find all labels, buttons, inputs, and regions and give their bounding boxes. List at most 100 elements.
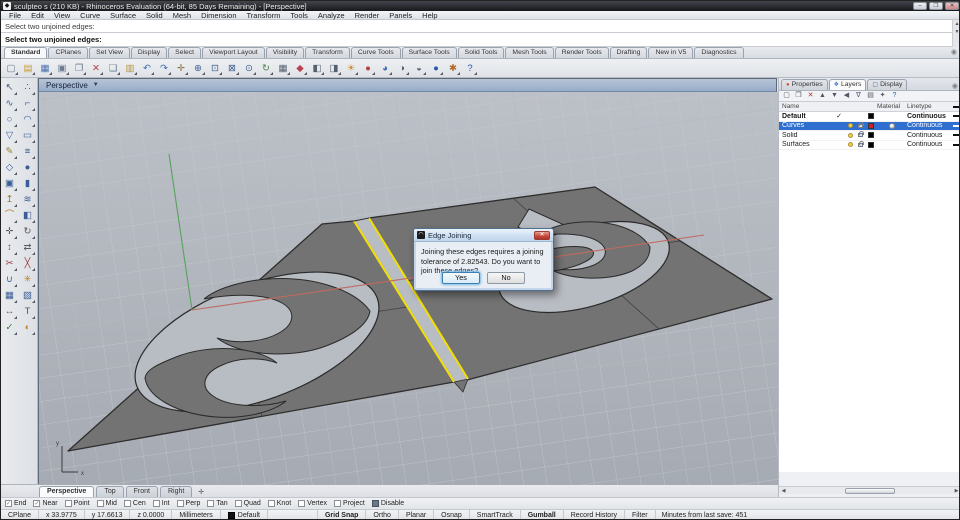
close-button[interactable]: ✕ bbox=[945, 2, 959, 10]
offset-curve-icon[interactable]: ≡ bbox=[19, 144, 36, 160]
status-toggle[interactable]: Ortho bbox=[366, 510, 399, 519]
toolbar-tab[interactable]: Diagnostics bbox=[694, 47, 744, 58]
status-toggle[interactable]: SmartTrack bbox=[470, 510, 521, 519]
scroll-down-icon[interactable]: ▼ bbox=[953, 28, 959, 36]
menu-item[interactable]: View bbox=[49, 11, 75, 20]
layer-help-icon[interactable]: ? bbox=[889, 91, 900, 101]
layer-linetype[interactable]: Continuous bbox=[907, 122, 953, 129]
circle-icon[interactable]: ○ bbox=[1, 112, 18, 128]
no-button[interactable]: No bbox=[487, 272, 525, 284]
layer-report-icon[interactable]: ▤ bbox=[865, 91, 876, 101]
freeform-curve-icon[interactable]: ✎ bbox=[1, 144, 18, 160]
toolbar-tab[interactable]: Select bbox=[168, 47, 202, 58]
toolbar-tab[interactable]: Drafting bbox=[609, 47, 648, 58]
viewport-menu-caret-icon[interactable]: ▼ bbox=[93, 82, 99, 88]
osnap-checkbox[interactable] bbox=[371, 500, 379, 507]
fillet-icon[interactable]: ⌒ bbox=[1, 208, 18, 224]
osnap-option[interactable]: Vertex bbox=[298, 500, 327, 507]
menu-item[interactable]: Panels bbox=[384, 11, 417, 20]
osnap-checkbox[interactable] bbox=[33, 500, 41, 507]
layer-row[interactable]: Solid Continuous bbox=[779, 131, 959, 141]
shaded-display-icon[interactable]: ● bbox=[360, 61, 376, 76]
delete-layer-icon[interactable]: ✕ bbox=[805, 91, 816, 101]
osnap-checkbox[interactable] bbox=[96, 500, 104, 507]
render-icon[interactable]: ● bbox=[428, 61, 444, 76]
arc-icon[interactable]: ◠ bbox=[19, 112, 36, 128]
toolbar-tab[interactable]: New in V5 bbox=[648, 47, 694, 58]
osnap-option[interactable]: Cen bbox=[123, 500, 146, 507]
toolbar-tab[interactable]: Standard bbox=[4, 47, 48, 58]
viewport-tab[interactable]: Right bbox=[159, 486, 193, 497]
current-layer-check-icon[interactable]: ✓ bbox=[833, 112, 845, 120]
toolbar-tab[interactable]: Surface Tools bbox=[401, 47, 457, 58]
menu-item[interactable]: Transform bbox=[242, 11, 286, 20]
sphere-icon[interactable]: ● bbox=[19, 160, 36, 176]
zoom-dynamic-icon[interactable]: ⊕ bbox=[190, 61, 206, 76]
layer-name[interactable]: Default bbox=[779, 113, 833, 120]
layer-linetype[interactable]: Continuous bbox=[907, 141, 953, 148]
move-icon[interactable]: ✛ bbox=[1, 224, 18, 240]
layer-lock-icon[interactable] bbox=[855, 140, 865, 147]
move-down-icon[interactable]: ▼ bbox=[829, 91, 840, 101]
lights-icon[interactable]: ☀ bbox=[343, 61, 359, 76]
layer-name[interactable]: Curves bbox=[779, 122, 833, 129]
toolbar-tab[interactable]: Display bbox=[130, 47, 168, 58]
zoom-selected-icon[interactable]: ⊙ bbox=[241, 61, 257, 76]
status-cell[interactable]: Default bbox=[221, 510, 268, 519]
points-icon[interactable]: ∴ bbox=[19, 80, 36, 96]
status-toggle[interactable]: Gumball bbox=[521, 510, 564, 519]
trim-icon[interactable]: ✂ bbox=[1, 256, 18, 272]
help-icon[interactable]: ? bbox=[462, 61, 478, 76]
menu-item[interactable]: Help bbox=[417, 11, 442, 20]
osnap-checkbox[interactable] bbox=[5, 500, 12, 507]
match-layer-icon[interactable]: ◀ bbox=[841, 91, 852, 101]
yes-button[interactable]: Yes bbox=[442, 272, 480, 284]
viewport-nav-icon[interactable]: ✛ bbox=[194, 487, 208, 497]
toolbar-tab[interactable]: Curve Tools bbox=[350, 47, 401, 58]
pan-icon[interactable]: ✛ bbox=[173, 61, 189, 76]
layer-name[interactable]: Surfaces bbox=[779, 141, 833, 148]
rectangle-icon[interactable]: ▭ bbox=[19, 128, 36, 144]
join-icon[interactable]: ∪ bbox=[1, 272, 18, 288]
lock-objects-icon[interactable]: ◨ bbox=[326, 61, 342, 76]
duplicate-icon[interactable]: ❏ bbox=[105, 61, 121, 76]
array-icon[interactable]: ▦ bbox=[1, 288, 18, 304]
undo-icon[interactable]: ↶ bbox=[139, 61, 155, 76]
options-icon[interactable]: ✱ bbox=[445, 61, 461, 76]
osnap-option[interactable]: Mid bbox=[96, 500, 117, 507]
loft-icon[interactable]: ≋ bbox=[19, 192, 36, 208]
layer-lock-icon[interactable] bbox=[855, 131, 865, 138]
osnap-option[interactable]: Int bbox=[152, 500, 170, 507]
layer-visibility-bulb-icon[interactable] bbox=[845, 132, 855, 138]
layers-horizontal-scrollbar[interactable]: ◀ ▶ bbox=[779, 486, 959, 494]
restore-button[interactable]: ❐ bbox=[929, 2, 943, 10]
dialog-close-icon[interactable]: ✕ bbox=[534, 230, 550, 240]
delete-icon[interactable]: ✕ bbox=[88, 61, 104, 76]
menu-item[interactable]: Analyze bbox=[313, 11, 350, 20]
hide-objects-icon[interactable]: ◧ bbox=[309, 61, 325, 76]
zoom-extents-icon[interactable]: ⊠ bbox=[224, 61, 240, 76]
scale-icon[interactable]: ↕ bbox=[1, 240, 18, 256]
osnap-checkbox[interactable] bbox=[234, 500, 242, 507]
layer-color-swatch[interactable] bbox=[865, 132, 877, 139]
redo-icon[interactable]: ↷ bbox=[156, 61, 172, 76]
layer-table-icon[interactable]: ▦ bbox=[275, 61, 291, 76]
scroll-left-icon[interactable]: ◀ bbox=[779, 488, 788, 494]
status-cell[interactable]: Millimeters bbox=[172, 510, 221, 519]
status-toggle[interactable]: Grid Snap bbox=[318, 510, 367, 519]
status-toggle[interactable]: Planar bbox=[399, 510, 435, 519]
save-icon[interactable]: ▦ bbox=[37, 61, 53, 76]
menu-item[interactable]: Curve bbox=[75, 11, 105, 20]
copy-icon[interactable]: ❐ bbox=[71, 61, 87, 76]
status-cell[interactable]: z 0.0000 bbox=[130, 510, 173, 519]
column-linetype[interactable]: Linetype bbox=[907, 103, 953, 110]
layer-color-swatch[interactable] bbox=[865, 122, 877, 129]
osnap-option[interactable]: Quad bbox=[234, 500, 261, 507]
toolbar-tab[interactable]: Render Tools bbox=[554, 47, 609, 58]
tab-options-icon[interactable]: ◉ bbox=[951, 48, 957, 58]
open-file-icon[interactable]: ▤ bbox=[20, 61, 36, 76]
osnap-checkbox[interactable] bbox=[298, 500, 306, 507]
box-icon[interactable]: ▣ bbox=[1, 176, 18, 192]
minimize-button[interactable]: – bbox=[913, 2, 927, 10]
status-cell[interactable]: y 17.6613 bbox=[85, 510, 131, 519]
